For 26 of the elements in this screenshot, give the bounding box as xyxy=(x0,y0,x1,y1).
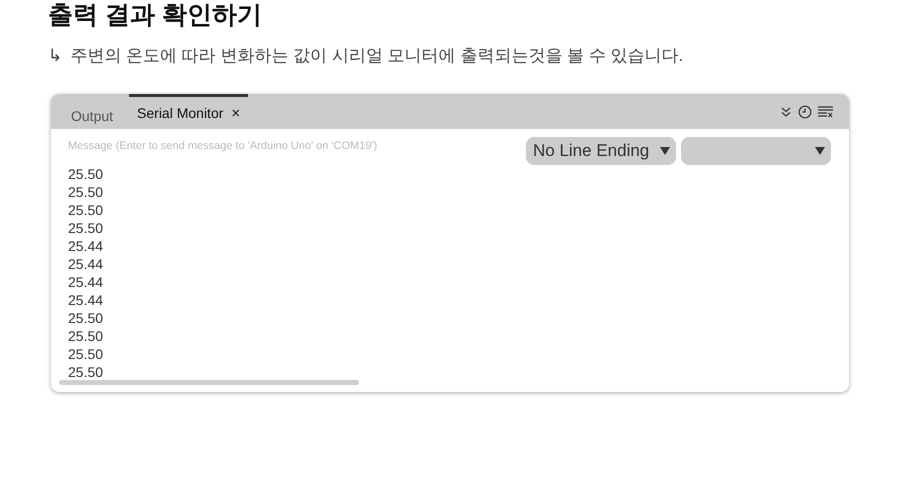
panel-tab[interactable]: Serial Monitor × xyxy=(129,94,248,129)
output-line: 25.44 xyxy=(68,273,104,291)
output-line: 25.50 xyxy=(68,183,104,201)
line-ending-select[interactable]: No Line Ending xyxy=(526,137,676,165)
clock-icon[interactable] xyxy=(798,104,812,118)
caret-icon xyxy=(660,147,670,155)
output-line: 25.50 xyxy=(68,219,104,237)
description-text: 주변의 온도에 따라 변화하는 값이 시리얼 모니터에 출력되는것을 볼 수 있습니다. xyxy=(70,45,684,67)
output-line: 25.50 xyxy=(68,363,104,381)
horizontal-scrollbar[interactable] xyxy=(59,380,359,385)
output-line: 25.50 xyxy=(68,201,104,219)
output-line: 25.50 xyxy=(68,309,104,327)
clear-output-icon[interactable] xyxy=(818,106,833,118)
output-line: 25.50 xyxy=(68,165,104,183)
close-button[interactable]: × xyxy=(231,104,240,122)
output-line: 25.50 xyxy=(68,327,104,345)
message-input[interactable]: Message (Enter to send message to 'Arduino Uno' on 'COM19') xyxy=(68,137,521,155)
caret-icon xyxy=(815,147,825,155)
output-line: 25.44 xyxy=(68,255,104,273)
output-line: 25.44 xyxy=(68,237,104,255)
output-line: 25.44 xyxy=(68,291,104,309)
arrow-glyph: ↳ xyxy=(48,45,62,67)
output-line: 25.50 xyxy=(68,345,104,363)
double-chevron-icon[interactable] xyxy=(780,106,792,118)
page-heading: 출력 결과 확인하기 xyxy=(48,0,263,30)
panel-tab[interactable]: Output xyxy=(63,94,122,129)
